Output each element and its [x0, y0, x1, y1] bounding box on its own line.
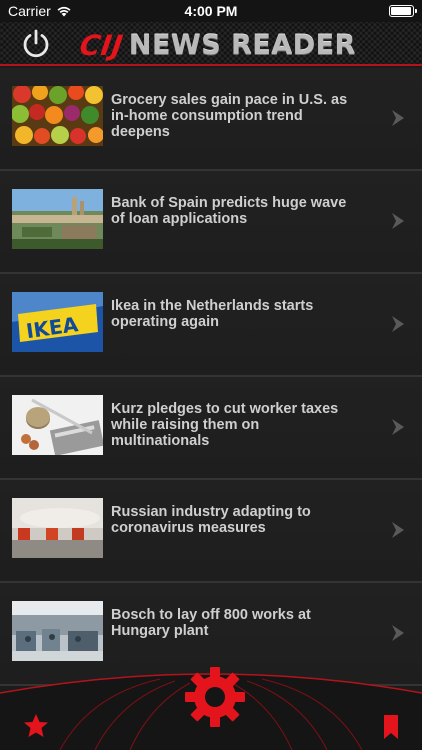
news-item[interactable]: IKEA Ikea in the Netherlands starts oper…: [0, 274, 422, 377]
coins-calculator-image: [12, 395, 103, 455]
tab-bar: [0, 665, 422, 750]
factory-floor-image: [12, 601, 103, 661]
gear-icon[interactable]: [185, 667, 245, 727]
park-guell-image: [12, 189, 103, 249]
article-headline: Russian industry adapting to coronavirus…: [111, 504, 311, 536]
trucks-spraying-image: [12, 498, 103, 558]
article-thumbnail: [12, 395, 103, 455]
article-headline: Bosch to lay off 800 works at Hungary pl…: [111, 607, 311, 639]
article-headline: Bank of Spain predicts huge wave of loan…: [111, 195, 347, 227]
battery-icon: [389, 5, 417, 17]
chevron-right-icon: [392, 625, 404, 641]
news-item[interactable]: Russian industry adapting to coronavirus…: [0, 480, 422, 583]
article-thumbnail: [12, 498, 103, 558]
star-icon[interactable]: [22, 712, 50, 740]
app-logo: CIJ NEWS READER: [77, 28, 356, 62]
article-thumbnail: [12, 189, 103, 249]
bookmark-icon[interactable]: [382, 714, 400, 740]
chevron-right-icon: [392, 316, 404, 332]
news-item[interactable]: Bank of Spain predicts huge wave of loan…: [0, 171, 422, 274]
battery-level-fill: [391, 7, 411, 15]
power-icon[interactable]: [20, 28, 52, 60]
logo-mark: CIJ: [77, 28, 126, 62]
ikea-sign-image: IKEA: [12, 292, 103, 352]
chevron-right-icon: [392, 110, 404, 126]
chevron-right-icon: [392, 522, 404, 538]
status-time: 4:00 PM: [184, 3, 238, 19]
news-item[interactable]: Kurz pledges to cut worker taxes while r…: [0, 377, 422, 480]
article-thumbnail: [12, 86, 103, 146]
status-bar: Carrier 4:00 PM: [0, 0, 422, 22]
vegetables-image: [12, 86, 103, 146]
logo-text: NEWS READER: [128, 29, 356, 61]
chevron-right-icon: [392, 213, 404, 229]
chevron-right-icon: [392, 419, 404, 435]
article-thumbnail: IKEA: [12, 292, 103, 352]
news-list: Grocery sales gain pace in U.S. as in-ho…: [0, 68, 422, 686]
article-thumbnail: [12, 601, 103, 661]
app-header: CIJ NEWS READER: [0, 22, 422, 66]
article-headline: Ikea in the Netherlands starts operating…: [111, 298, 314, 330]
article-headline: Kurz pledges to cut worker taxes while r…: [111, 401, 339, 449]
article-headline: Grocery sales gain pace in U.S. as in-ho…: [111, 92, 348, 140]
news-reader-screen: Carrier 4:00 PM CIJ NEWS READER Grocery …: [0, 0, 422, 750]
news-item[interactable]: Grocery sales gain pace in U.S. as in-ho…: [0, 68, 422, 171]
